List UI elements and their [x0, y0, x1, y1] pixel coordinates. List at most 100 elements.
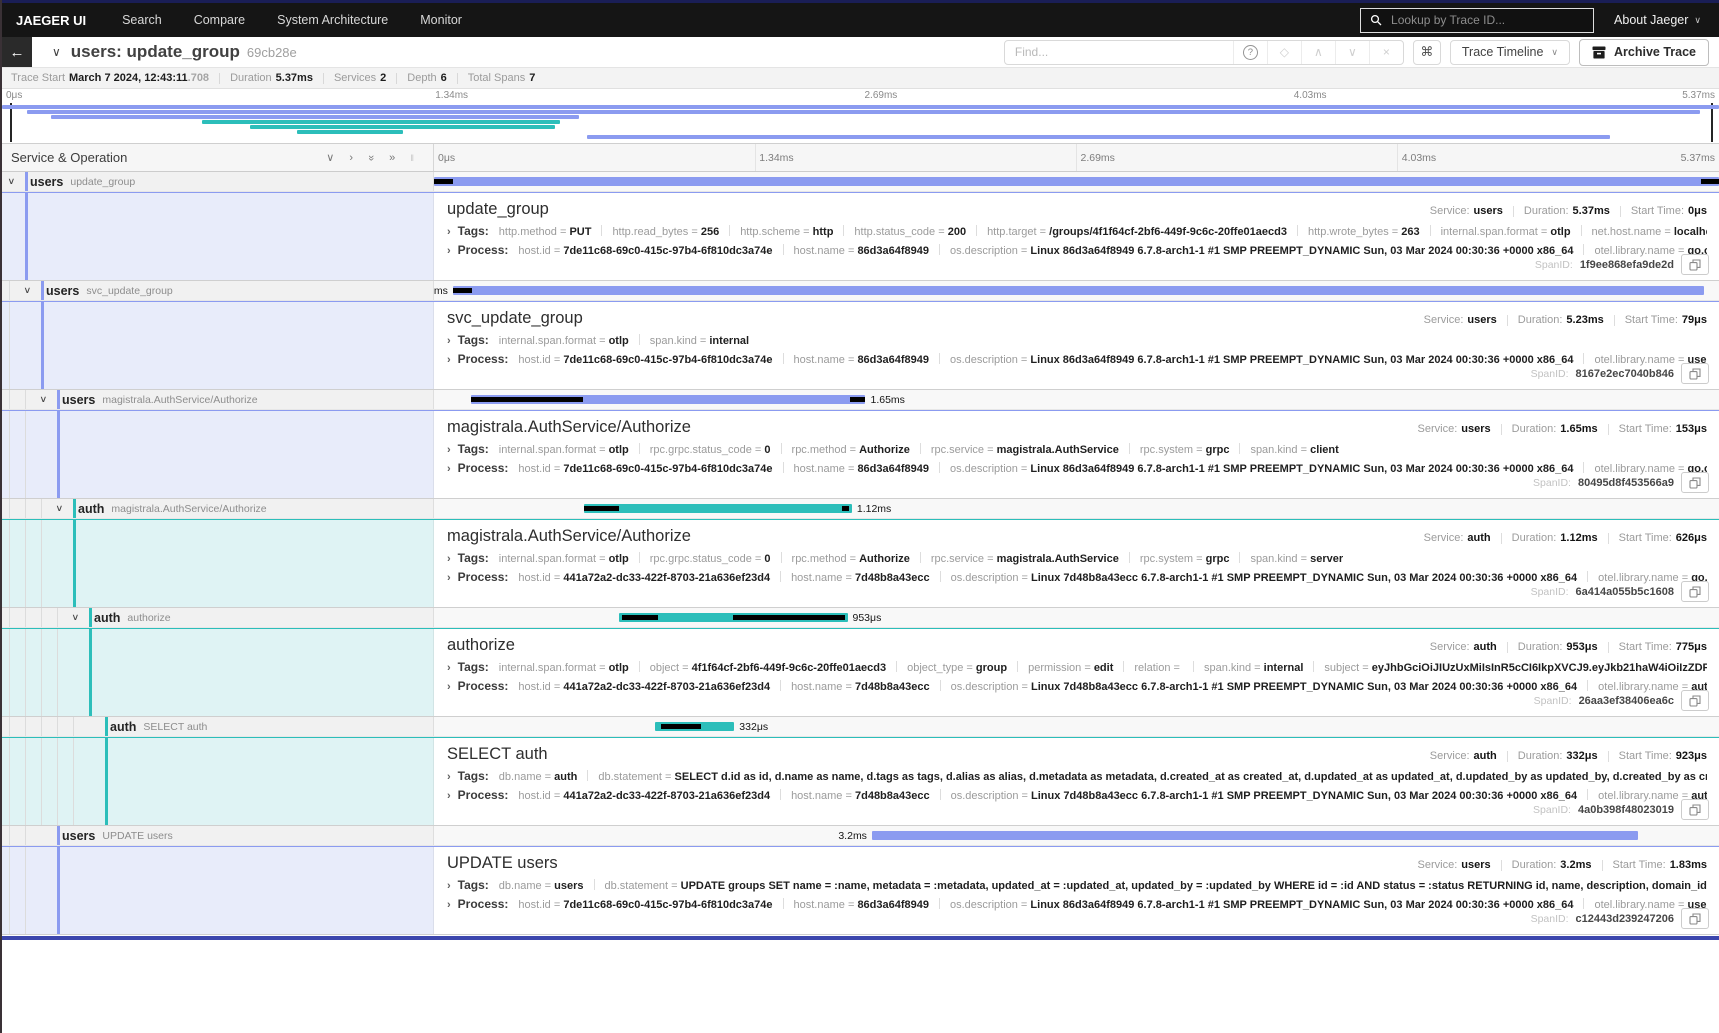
span-process-row-label[interactable]: Process:	[458, 570, 509, 584]
tag-divider	[594, 879, 595, 890]
nav-item-compare[interactable]: Compare	[178, 13, 261, 27]
span-process-row-label[interactable]: Process:	[458, 897, 509, 911]
span-tags-row-label[interactable]: Tags:	[458, 224, 489, 238]
jaeger-logo[interactable]: JAEGER UI	[2, 13, 106, 28]
bottom-scroll-strip[interactable]	[2, 936, 1719, 940]
span-timeline-cell[interactable]: 5.23ms	[434, 281, 1719, 300]
expand-chevron-icon[interactable]: ›	[447, 226, 451, 238]
span-name-cell[interactable]: usersUPDATE users	[2, 826, 434, 845]
expand-chevron-icon[interactable]: ›	[447, 463, 451, 475]
expand-chevron-icon[interactable]: ›	[447, 662, 451, 674]
expand-chevron-icon[interactable]: ›	[447, 354, 451, 366]
copy-span-id-button[interactable]	[1681, 581, 1709, 602]
nav-item-monitor[interactable]: Monitor	[404, 13, 478, 27]
span-name-cell[interactable]: ∨userssvc_update_group	[2, 281, 434, 300]
trace-id-search[interactable]	[1360, 8, 1594, 33]
span-name-cell[interactable]: ∨authauthorize	[2, 608, 434, 627]
span-duration-bar[interactable]	[434, 177, 1719, 186]
copy-span-id-button[interactable]	[1681, 690, 1709, 711]
span-duration-bar[interactable]	[453, 286, 1705, 295]
span-process-row-label[interactable]: Process:	[458, 243, 509, 257]
span-duration-bar[interactable]	[872, 831, 1638, 840]
span-duration-bar[interactable]	[584, 504, 852, 513]
copy-span-id-button[interactable]	[1681, 254, 1709, 275]
span-process-row-label[interactable]: Process:	[458, 352, 509, 366]
expand-chevron-icon[interactable]: ›	[447, 553, 451, 565]
span-toggle-chevron-icon[interactable]: ∨	[71, 611, 79, 622]
expand-chevron-icon[interactable]: ›	[447, 899, 451, 911]
span-tags-row-label[interactable]: Tags:	[458, 878, 489, 892]
keyboard-shortcuts-button[interactable]: ⌘	[1413, 40, 1441, 65]
span-duration-bar[interactable]	[655, 722, 734, 731]
collapse-trace-chevron-icon[interactable]: ∨	[52, 45, 61, 59]
span-name-row[interactable]: ∨usersmagistrala.AuthService/Authorize1.…	[2, 390, 1719, 410]
span-name-cell[interactable]: ∨usersupdate_group	[2, 172, 434, 191]
collapse-all-icon[interactable]: »	[365, 154, 377, 160]
span-name-row[interactable]: ∨usersupdate_group	[2, 172, 1719, 192]
tag-divider	[896, 661, 897, 672]
span-name-row[interactable]: ∨authauthorize953μs	[2, 608, 1719, 628]
indent-guide	[25, 826, 26, 845]
trace-view-dropdown[interactable]: Trace Timeline ∨	[1450, 40, 1570, 65]
span-tags-row-label[interactable]: Tags:	[458, 442, 489, 456]
span-tags-row-label[interactable]: Tags:	[458, 660, 489, 674]
span-process-row-label[interactable]: Process:	[458, 679, 509, 693]
span-timeline-cell[interactable]: 332μs	[434, 717, 1719, 736]
span-name-cell[interactable]: ∨usersmagistrala.AuthService/Authorize	[2, 390, 434, 409]
span-process-row-label[interactable]: Process:	[458, 788, 509, 802]
expand-chevron-icon[interactable]: ›	[447, 335, 451, 347]
nav-item-search[interactable]: Search	[106, 13, 178, 27]
span-toggle-chevron-icon[interactable]: ∨	[7, 175, 15, 186]
span-timeline-cell[interactable]: 1.12ms	[434, 499, 1719, 518]
span-name-cell[interactable]: ∨authmagistrala.AuthService/Authorize	[2, 499, 434, 518]
copy-span-id-button[interactable]	[1681, 363, 1709, 384]
copy-icon	[1689, 695, 1701, 707]
find-next-button[interactable]: ∨	[1335, 41, 1369, 64]
find-input[interactable]	[1005, 45, 1233, 59]
copy-span-id-button[interactable]	[1681, 472, 1709, 493]
find-help-button[interactable]: ?	[1233, 41, 1267, 64]
find-prev-button[interactable]: ∧	[1301, 41, 1335, 64]
span-timeline-cell[interactable]	[434, 172, 1719, 191]
span-timeline-cell[interactable]: 3.2ms	[434, 826, 1719, 845]
span-toggle-chevron-icon[interactable]: ∨	[23, 284, 31, 295]
expand-chevron-icon[interactable]: ›	[447, 245, 451, 257]
find-match-icon[interactable]: ◇	[1267, 41, 1301, 64]
archive-trace-button[interactable]: Archive Trace	[1579, 39, 1709, 66]
expand-all-icon[interactable]: »	[389, 152, 395, 164]
span-duration-bar[interactable]	[471, 395, 866, 404]
expand-one-icon[interactable]: ›	[349, 152, 353, 164]
span-name-row[interactable]: authSELECT auth332μs	[2, 717, 1719, 737]
about-jaeger-menu[interactable]: About Jaeger ∨	[1614, 13, 1701, 27]
find-clear-button[interactable]: ×	[1369, 41, 1403, 64]
trace-id-search-input[interactable]	[1389, 12, 1584, 28]
expand-chevron-icon[interactable]: ›	[447, 880, 451, 892]
copy-span-id-button[interactable]	[1681, 799, 1709, 820]
span-tags-row-label[interactable]: Tags:	[458, 551, 489, 565]
collapse-one-icon[interactable]: ∨	[326, 151, 334, 164]
span-tags-row-label[interactable]: Tags:	[458, 769, 489, 783]
span-toggle-chevron-icon[interactable]: ∨	[39, 393, 47, 404]
span-name-row[interactable]: ∨authmagistrala.AuthService/Authorize1.1…	[2, 499, 1719, 519]
expand-chevron-icon[interactable]: ›	[447, 771, 451, 783]
span-timeline-cell[interactable]: 1.65ms	[434, 390, 1719, 409]
nav-item-system-architecture[interactable]: System Architecture	[261, 13, 404, 27]
span-timeline-cell[interactable]: 953μs	[434, 608, 1719, 627]
minimap-canvas[interactable]	[2, 103, 1719, 142]
span-name-cell[interactable]: authSELECT auth	[2, 717, 434, 736]
span-duration-bar[interactable]	[619, 613, 847, 622]
expand-chevron-icon[interactable]: ›	[447, 790, 451, 802]
copy-span-id-button[interactable]	[1681, 908, 1709, 929]
span-name-row[interactable]: usersUPDATE users3.2ms	[2, 826, 1719, 846]
span-tags-row-label[interactable]: Tags:	[458, 333, 489, 347]
span-name-row[interactable]: ∨userssvc_update_group5.23ms	[2, 281, 1719, 301]
tag-equals-icon: =	[679, 662, 692, 674]
column-resizer-handle[interactable]: ‖	[410, 153, 414, 163]
expand-chevron-icon[interactable]: ›	[447, 681, 451, 693]
back-button[interactable]: ←	[2, 37, 32, 67]
child-time-overlay-icon	[661, 724, 701, 729]
span-toggle-chevron-icon[interactable]: ∨	[55, 502, 63, 513]
expand-chevron-icon[interactable]: ›	[447, 444, 451, 456]
expand-chevron-icon[interactable]: ›	[447, 572, 451, 584]
span-process-row-label[interactable]: Process:	[458, 461, 509, 475]
